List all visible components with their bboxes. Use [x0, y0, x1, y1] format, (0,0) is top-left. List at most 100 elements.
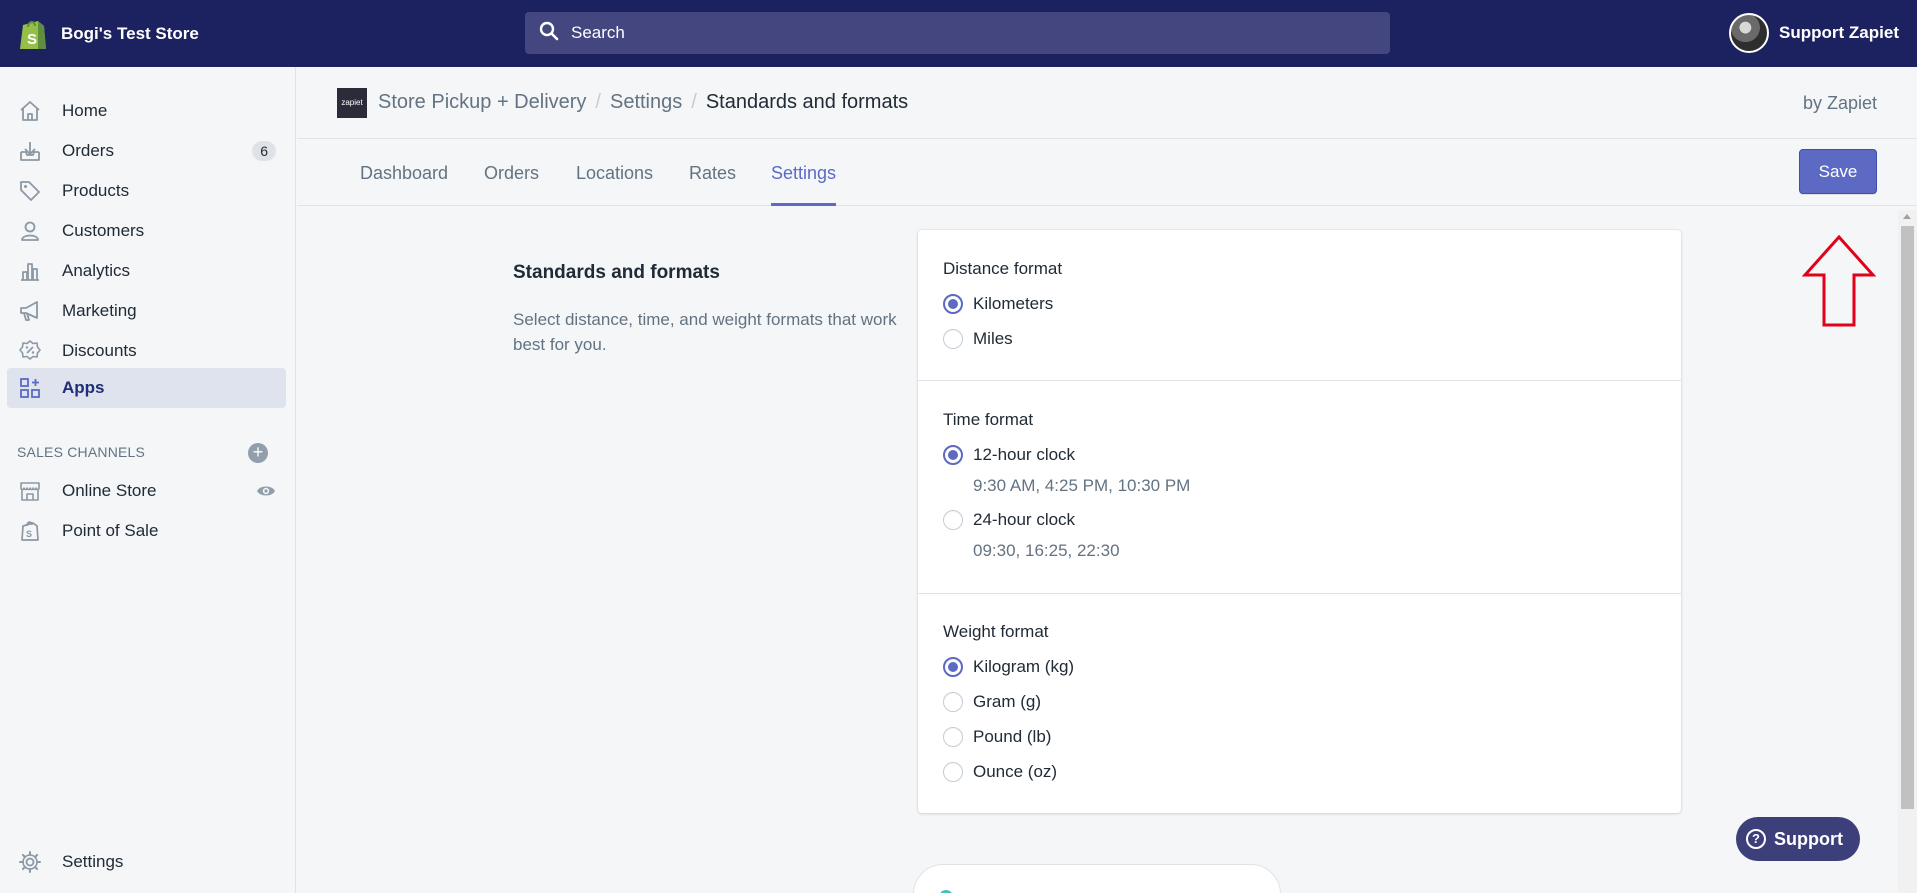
svg-text:S: S: [26, 529, 32, 539]
top-bar: S Bogi's Test Store Search Support Zapie…: [0, 0, 1917, 67]
sidebar-item-analytics[interactable]: Analytics: [7, 251, 286, 291]
sidebar-item-apps[interactable]: Apps: [7, 368, 286, 408]
svg-text:S: S: [27, 31, 37, 48]
app-tabs: Dashboard Orders Locations Rates Setting…: [297, 139, 1917, 206]
search-bar[interactable]: Search: [525, 12, 1390, 54]
search-input[interactable]: Search: [571, 23, 625, 43]
radio-gram[interactable]: Gram (g): [943, 692, 1041, 712]
support-label: Support: [1774, 828, 1843, 849]
tag-icon: [17, 178, 43, 204]
radio-button[interactable]: [943, 329, 963, 349]
pos-bag-icon: S: [17, 518, 43, 544]
section-description: Select distance, time, and weight format…: [513, 310, 897, 354]
sidebar-item-label: Online Store: [62, 481, 157, 500]
tab-dashboard[interactable]: Dashboard: [360, 163, 448, 206]
avatar: [1729, 13, 1770, 53]
sidebar-item-label: Analytics: [62, 261, 131, 280]
sidebar: Home Orders 6 Products Customers Analyti…: [0, 67, 296, 893]
store-switcher[interactable]: S Bogi's Test Store: [0, 15, 525, 53]
section-title: Standards and formats: [513, 262, 720, 283]
radio-label: Pound (lb): [973, 727, 1052, 746]
zapiet-app-logo: zapiet: [337, 87, 367, 118]
tab-orders[interactable]: Orders: [484, 163, 539, 206]
sidebar-item-customers[interactable]: Customers: [7, 211, 286, 251]
tab-rates[interactable]: Rates: [689, 163, 736, 206]
time-format-label: Time format: [943, 410, 1034, 429]
radio-pound[interactable]: Pound (lb): [943, 727, 1051, 747]
sidebar-item-online-store[interactable]: Online Store: [7, 471, 286, 511]
radio-button[interactable]: [943, 657, 963, 677]
apps-icon: [17, 375, 43, 401]
orders-count-badge: 6: [252, 141, 276, 161]
support-button[interactable]: ? Support: [1736, 817, 1860, 861]
radio-button[interactable]: [943, 294, 963, 314]
tab-settings[interactable]: Settings: [771, 163, 837, 206]
radio-kilogram[interactable]: Kilogram (kg): [943, 657, 1074, 677]
radio-label: Gram (g): [973, 692, 1041, 711]
orders-icon: [17, 138, 43, 164]
sidebar-item-discounts[interactable]: Discounts: [7, 331, 286, 371]
sidebar-item-label: Products: [62, 181, 130, 200]
sidebar-item-label: Apps: [62, 378, 105, 397]
radio-label: Ounce (oz): [973, 762, 1058, 781]
sidebar-item-marketing[interactable]: Marketing: [7, 291, 286, 331]
sidebar-item-label: Settings: [62, 852, 124, 871]
radio-ounce[interactable]: Ounce (oz): [943, 762, 1057, 782]
store-name: Bogi's Test Store: [61, 23, 199, 43]
sidebar-item-products[interactable]: Products: [7, 171, 286, 211]
24-hour-example: 09:30, 16:25, 22:30: [973, 541, 1120, 560]
sidebar-item-label: Discounts: [62, 341, 137, 360]
sidebar-item-label: Point of Sale: [62, 521, 159, 540]
shopify-logo-icon: S: [16, 15, 50, 53]
add-sales-channel-icon[interactable]: +: [248, 443, 268, 463]
annotation-arrow-up-icon: [1802, 234, 1876, 327]
sidebar-item-point-of-sale[interactable]: S Point of Sale: [7, 511, 286, 551]
sidebar-item-home[interactable]: Home: [7, 91, 286, 131]
store-icon: [17, 478, 43, 504]
person-icon: [17, 218, 43, 244]
breadcrumb-app-link[interactable]: Store Pickup + Delivery: [378, 91, 586, 114]
next-section-card: [913, 864, 1281, 893]
12-hour-example: 9:30 AM, 4:25 PM, 10:30 PM: [973, 476, 1191, 495]
divider: [918, 593, 1681, 594]
radio-button[interactable]: [943, 762, 963, 782]
radio-kilometers[interactable]: Kilometers: [943, 294, 1053, 314]
radio-button[interactable]: [943, 692, 963, 712]
account-name: Support Zapiet: [1779, 23, 1899, 42]
tab-locations[interactable]: Locations: [576, 163, 653, 206]
eye-icon[interactable]: [256, 481, 276, 506]
bar-chart-icon: [17, 258, 43, 284]
radio-button[interactable]: [943, 510, 963, 530]
sidebar-item-settings[interactable]: Settings: [7, 842, 286, 882]
breadcrumb-settings-link[interactable]: Settings: [610, 91, 682, 114]
radio-label: 12-hour clock: [973, 445, 1076, 464]
sidebar-item-label: Orders: [62, 141, 114, 160]
radio-miles[interactable]: Miles: [943, 329, 1013, 349]
save-button[interactable]: Save: [1799, 149, 1877, 194]
page-title: Standards and formats: [705, 91, 909, 113]
weight-format-label: Weight format: [943, 622, 1049, 641]
app-author: by Zapiet: [1802, 93, 1877, 113]
breadcrumb: zapiet Store Pickup + Delivery / Setting…: [297, 67, 1917, 139]
radio-button[interactable]: [943, 727, 963, 747]
megaphone-icon: [17, 298, 43, 324]
account-menu[interactable]: Support Zapiet: [1729, 13, 1899, 53]
search-icon: [539, 21, 559, 46]
radio-label: Kilogram (kg): [973, 657, 1075, 676]
radio-label: Kilometers: [973, 294, 1054, 313]
home-icon: [17, 98, 43, 124]
discount-icon: [17, 338, 43, 364]
radio-label: Miles: [973, 329, 1013, 348]
radio-button[interactable]: [943, 445, 963, 465]
sidebar-item-label: Marketing: [62, 301, 137, 320]
sales-channels-heading: SALES CHANNELS: [17, 444, 146, 460]
sidebar-item-label: Home: [62, 101, 108, 120]
radio-24-hour-clock[interactable]: 24-hour clock: [943, 510, 1075, 530]
scroll-up-arrow-icon[interactable]: [1903, 214, 1911, 219]
scrollbar-thumb[interactable]: [1901, 226, 1914, 809]
radio-label: 24-hour clock: [973, 510, 1076, 529]
scrollbar[interactable]: [1898, 210, 1917, 893]
radio-12-hour-clock[interactable]: 12-hour clock: [943, 445, 1075, 465]
formats-card: Distance format Kilometers Miles Time fo…: [918, 230, 1681, 813]
sidebar-item-orders[interactable]: Orders 6: [7, 131, 286, 171]
